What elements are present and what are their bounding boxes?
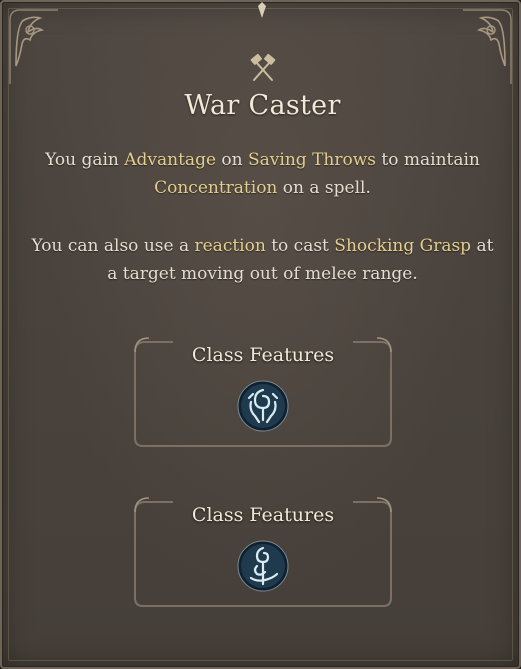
corner-ornament-top-left <box>9 9 58 84</box>
sorcerer-class-icon[interactable] <box>237 380 289 432</box>
tooltip-panel: War Caster You gain Advantage on Saving … <box>0 0 521 669</box>
keyword-saving-throws[interactable]: Saving Throws <box>248 150 376 170</box>
class-features-label: Class Features <box>191 504 335 526</box>
keyword-reaction[interactable]: reaction <box>195 236 266 256</box>
desc-text: to cast <box>265 236 335 256</box>
keyword-shocking-grasp[interactable]: Shocking Grasp <box>334 236 471 256</box>
corner-ornament-top-right <box>463 9 512 84</box>
desc-text: You can also use a <box>31 236 195 256</box>
feat-description-secondary: You can also use a reaction to cast Shoc… <box>24 232 501 288</box>
feat-title: War Caster <box>184 90 341 121</box>
desc-text: You gain <box>45 150 125 170</box>
crossed-hammers-icon <box>250 53 276 81</box>
keyword-concentration[interactable]: Concentration <box>154 178 277 198</box>
desc-text: on a spell. <box>277 178 371 198</box>
keyword-advantage[interactable]: Advantage <box>124 150 216 170</box>
top-pin-ornament <box>258 2 266 18</box>
class-features-label: Class Features <box>191 344 335 366</box>
class-features-box: Class Features <box>133 334 393 449</box>
desc-text: on <box>216 150 249 170</box>
desc-text: to maintain <box>376 150 480 170</box>
feat-description-primary: You gain Advantage on Saving Throws to m… <box>24 146 501 202</box>
class-features-box: Class Features <box>133 494 393 609</box>
wizard-class-icon[interactable] <box>237 540 289 592</box>
